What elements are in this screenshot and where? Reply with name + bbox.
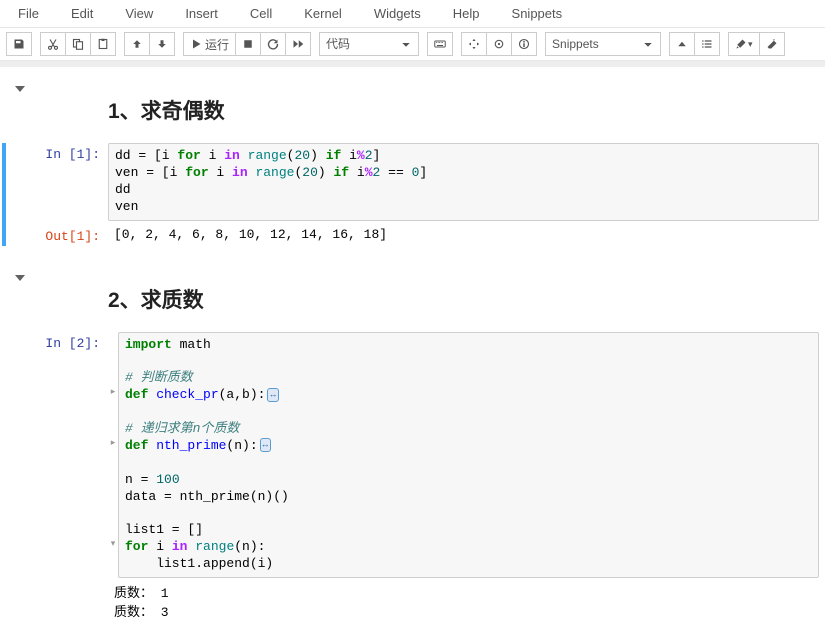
move-icon <box>468 38 480 50</box>
nbext-button-2[interactable] <box>486 32 512 56</box>
move-down-button[interactable] <box>149 32 175 56</box>
save-button[interactable] <box>6 32 32 56</box>
command-palette-button[interactable] <box>427 32 453 56</box>
cut-button[interactable] <box>40 32 66 56</box>
markdown-cell[interactable]: x 1、求奇偶数 <box>6 79 819 141</box>
cut-icon <box>47 38 59 50</box>
eraser-icon <box>766 38 778 50</box>
code-input-1[interactable]: dd = [i for i in range(20) if i%2] ven =… <box>108 143 819 221</box>
markdown-cell[interactable]: x 2、求质数 <box>6 268 819 330</box>
goto-top-button[interactable] <box>669 32 695 56</box>
highlight-button[interactable]: ▾ <box>728 32 760 56</box>
nbext-button-3[interactable] <box>511 32 537 56</box>
copy-button[interactable] <box>65 32 91 56</box>
move-up-button[interactable] <box>124 32 150 56</box>
nbext-button-1[interactable] <box>461 32 487 56</box>
save-icon <box>13 38 25 50</box>
snippets-select[interactable]: Snippets <box>545 32 661 56</box>
menu-snippets[interactable]: Snippets <box>502 2 585 25</box>
stdout-2: 质数： 1 质数： 3 <box>108 582 819 620</box>
fold-marker-icon[interactable]: ↔ <box>267 388 278 402</box>
code-cell-1[interactable]: In [1]: dd = [i for i in range(20) if i%… <box>2 143 819 246</box>
arrow-down-icon <box>156 38 168 50</box>
chevron-up-icon <box>676 38 688 50</box>
code-cell-2[interactable]: In [2]: ▸ ▸ ▾ import math # 判断质数 def che… <box>6 332 819 620</box>
menu-help[interactable]: Help <box>443 2 502 25</box>
fold-marker-icon[interactable]: ↔ <box>260 438 271 452</box>
run-button[interactable]: 运行 <box>183 32 236 56</box>
run-label: 运行 <box>205 36 229 53</box>
menu-widgets[interactable]: Widgets <box>364 2 443 25</box>
info-icon <box>518 38 530 50</box>
eraser-button[interactable] <box>759 32 785 56</box>
target-icon <box>493 38 505 50</box>
menu-cell[interactable]: Cell <box>240 2 294 25</box>
code-input-2[interactable]: import math # 判断质数 def check_pr(a,b):↔ #… <box>118 332 819 578</box>
paste-icon <box>97 38 109 50</box>
menu-file[interactable]: File <box>8 2 61 25</box>
interrupt-button[interactable] <box>235 32 261 56</box>
play-icon <box>190 38 202 50</box>
menu-edit[interactable]: Edit <box>61 2 115 25</box>
menu-insert[interactable]: Insert <box>175 2 240 25</box>
fast-forward-icon <box>292 38 304 50</box>
paste-button[interactable] <box>90 32 116 56</box>
restart-icon <box>267 38 279 50</box>
toc-button[interactable] <box>694 32 720 56</box>
collapse-icon[interactable] <box>14 272 26 284</box>
heading-1: 1、求奇偶数 <box>108 95 819 125</box>
menu-kernel[interactable]: Kernel <box>294 2 364 25</box>
copy-icon <box>72 38 84 50</box>
celltype-select[interactable]: 代码 <box>319 32 419 56</box>
output-1: [0, 2, 4, 6, 8, 10, 12, 14, 16, 18] <box>108 225 819 244</box>
menu-view[interactable]: View <box>115 2 175 25</box>
restart-button[interactable] <box>260 32 286 56</box>
toolbar: 运行 代码 Snippets ▾ <box>0 28 825 61</box>
keyboard-icon <box>434 38 446 50</box>
run-all-button[interactable] <box>285 32 311 56</box>
list-icon <box>701 38 713 50</box>
fold-gutter: ▸ ▸ ▾ <box>108 332 118 578</box>
menubar: File Edit View Insert Cell Kernel Widget… <box>0 0 825 28</box>
heading-2: 2、求质数 <box>108 284 819 314</box>
out-prompt-1: Out[1]: <box>38 225 108 246</box>
stop-icon <box>242 38 254 50</box>
arrow-up-icon <box>131 38 143 50</box>
notebook-container: x 1、求奇偶数 In [1]: dd = [i for i in range(… <box>0 67 825 620</box>
in-prompt-1: In [1]: <box>38 143 108 164</box>
collapse-icon[interactable] <box>14 83 26 95</box>
brush-icon <box>735 38 747 50</box>
in-prompt-2: In [2]: <box>38 332 108 353</box>
